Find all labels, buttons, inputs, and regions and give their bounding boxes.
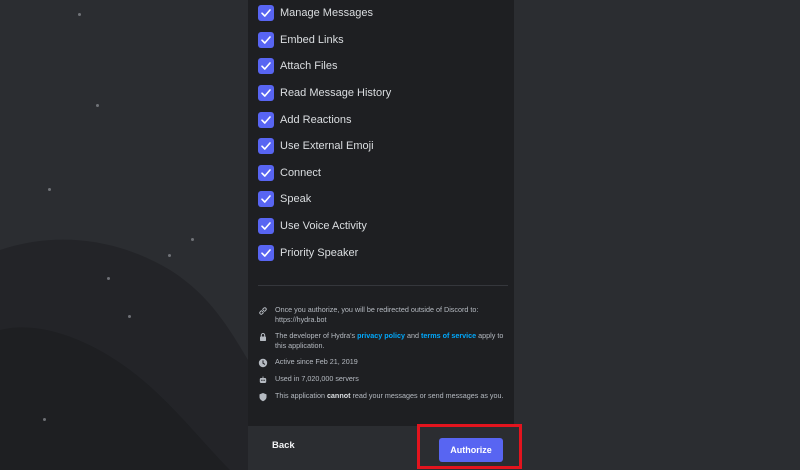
permissions-list: Manage Messages Embed Links Attach Files… <box>258 0 508 266</box>
robot-icon <box>258 375 268 385</box>
highlight-box <box>417 424 522 469</box>
permission-label: Speak <box>280 193 312 206</box>
clock-icon <box>258 358 268 368</box>
back-button[interactable]: Back <box>272 440 295 451</box>
permission-label: Add Reactions <box>280 113 352 126</box>
star-dot <box>48 188 51 191</box>
info-policy: The developer of Hydra's privacy policy … <box>258 331 506 351</box>
permission-label: Embed Links <box>280 33 344 46</box>
star-dot <box>107 277 110 280</box>
permission-label: Read Message History <box>280 87 392 100</box>
permission-item[interactable]: Connect <box>258 160 508 187</box>
check-icon[interactable] <box>258 244 274 261</box>
star-dot <box>43 418 46 421</box>
star-dot <box>128 315 131 318</box>
star-dot <box>96 104 99 107</box>
star-dot <box>78 13 81 16</box>
permission-item[interactable]: Attach Files <box>258 53 508 80</box>
permission-label: Connect <box>280 166 321 179</box>
info-active-since: Active since Feb 21, 2019 <box>258 357 506 368</box>
permission-item[interactable]: Add Reactions <box>258 106 508 133</box>
check-icon[interactable] <box>258 191 274 208</box>
check-icon[interactable] <box>258 111 274 128</box>
permission-label: Manage Messages <box>280 7 373 20</box>
check-icon[interactable] <box>258 164 274 181</box>
check-icon[interactable] <box>258 138 274 155</box>
permission-item[interactable]: Embed Links <box>258 27 508 54</box>
check-icon[interactable] <box>258 85 274 102</box>
active-since-text: Active since Feb 21, 2019 <box>275 357 358 366</box>
check-icon[interactable] <box>258 5 274 22</box>
permission-item[interactable]: Speak <box>258 186 508 213</box>
policy-and: and <box>405 331 422 340</box>
check-icon[interactable] <box>258 31 274 48</box>
link-icon <box>258 306 268 316</box>
permission-item[interactable]: Manage Messages <box>258 0 508 27</box>
policy-text: The developer of Hydra's privacy policy … <box>275 331 506 351</box>
authorization-modal: Manage Messages Embed Links Attach Files… <box>248 0 514 470</box>
permission-item[interactable]: Use External Emoji <box>258 133 508 160</box>
info-cannot: This application cannot read your messag… <box>258 391 506 402</box>
star-dot <box>168 254 171 257</box>
privacy-policy-link[interactable]: privacy policy <box>357 331 405 340</box>
star-dot <box>191 238 194 241</box>
used-in-text: Used in 7,020,000 servers <box>275 374 359 383</box>
cannot-word: cannot <box>326 391 351 400</box>
permission-label: Priority Speaker <box>280 246 359 259</box>
permission-item[interactable]: Use Voice Activity <box>258 213 508 240</box>
policy-prefix: The developer of Hydra's <box>275 331 358 340</box>
permission-label: Attach Files <box>280 60 338 73</box>
cannot-text: This application cannot read your messag… <box>275 391 504 401</box>
permission-item[interactable]: Priority Speaker <box>258 239 508 266</box>
permission-item[interactable]: Read Message History <box>258 80 508 107</box>
info-redirect: Once you authorize, you will be redirect… <box>258 305 506 325</box>
lock-icon <box>258 332 268 342</box>
cannot-suffix: read your messages or send messages as y… <box>350 391 504 400</box>
check-icon[interactable] <box>258 218 274 235</box>
terms-of-service-link[interactable]: terms of service <box>421 331 476 340</box>
permission-label: Use External Emoji <box>280 140 374 153</box>
divider <box>258 285 508 286</box>
cannot-prefix: This application <box>275 391 327 400</box>
shield-icon <box>258 392 268 402</box>
permission-label: Use Voice Activity <box>280 220 367 233</box>
redirect-text: Once you authorize, you will be redirect… <box>275 305 479 324</box>
check-icon[interactable] <box>258 58 274 75</box>
app-info-list: Once you authorize, you will be redirect… <box>258 305 506 408</box>
info-used-in: Used in 7,020,000 servers <box>258 374 506 385</box>
